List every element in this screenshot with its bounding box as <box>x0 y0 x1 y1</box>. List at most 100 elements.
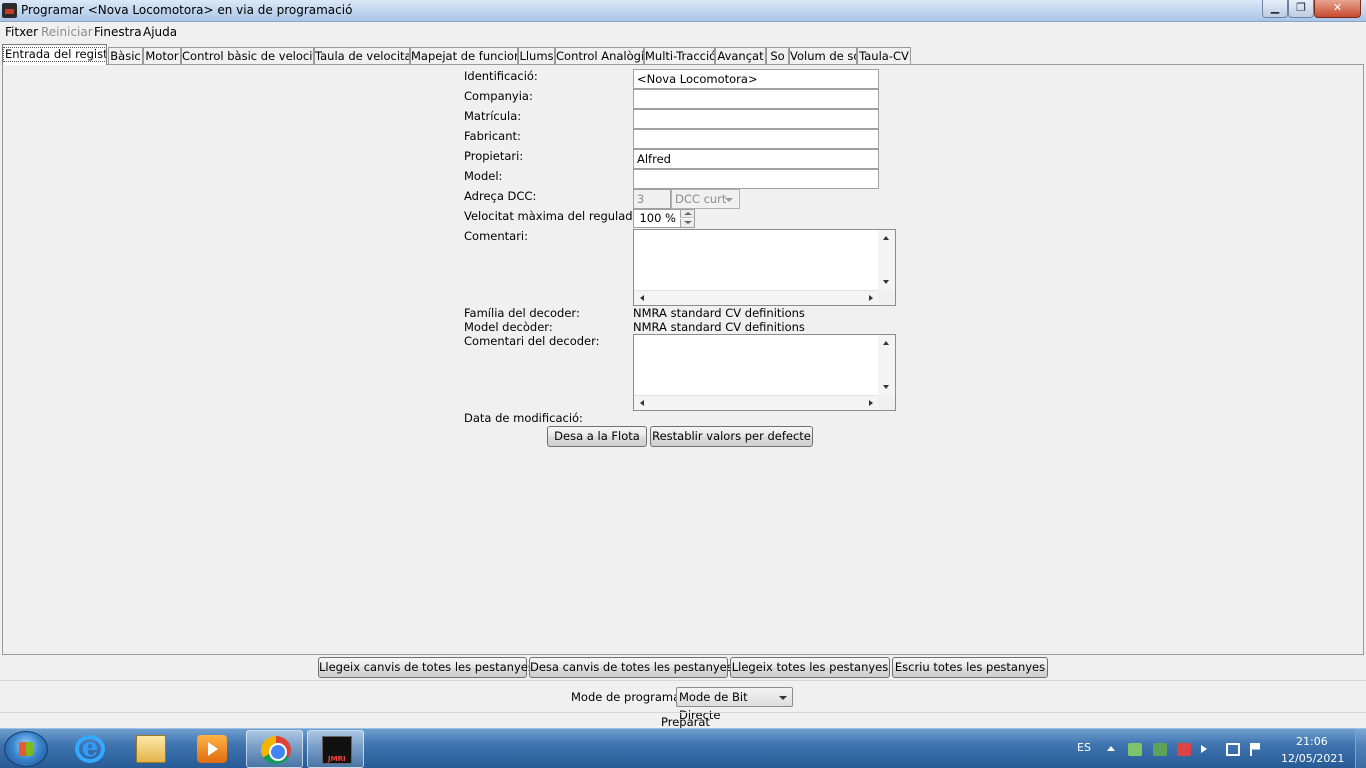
tab-taula-cv[interactable]: Taula-CV <box>857 47 911 65</box>
comentari-label: Comentari: <box>464 229 528 243</box>
tab-bar: Entrada del registre Bàsic Motor Control… <box>0 44 1366 65</box>
security-icon[interactable] <box>1153 743 1167 756</box>
comentari-decoder-textarea[interactable] <box>633 334 896 411</box>
taskbar-media-player[interactable] <box>183 730 240 768</box>
reset-defaults-button[interactable]: Restablir valors per defecte <box>650 426 813 447</box>
status-text: Preparat <box>661 715 710 729</box>
maximize-button[interactable]: ❐ <box>1288 0 1314 18</box>
tab-taula-velocitat[interactable]: Taula de velocitat <box>314 47 410 65</box>
taskbar-internet-explorer[interactable]: e <box>61 730 118 768</box>
horizontal-scrollbar[interactable] <box>634 395 879 410</box>
comentari-decoder-label: Comentari del decoder: <box>464 334 600 348</box>
companyia-field[interactable] <box>633 89 879 109</box>
tab-llums[interactable]: Llums <box>518 47 555 65</box>
identificacio-label: Identificació: <box>464 69 538 83</box>
menu-reiniciar[interactable]: Reiniciar <box>41 25 93 39</box>
scroll-corner <box>878 290 895 305</box>
tab-control-basic-velocitat[interactable]: Control bàsic de velocitat <box>181 47 314 65</box>
programming-mode-select[interactable]: Mode de Bit Directe <box>676 687 793 722</box>
spinner-down-icon[interactable] <box>680 219 694 227</box>
taskbar-file-explorer[interactable] <box>122 730 179 768</box>
menu-finestra[interactable]: Finestra <box>94 25 142 39</box>
action-center-flag-icon[interactable] <box>1250 743 1260 756</box>
identificacio-field[interactable] <box>633 69 879 89</box>
media-player-icon <box>197 735 227 763</box>
scroll-up-icon[interactable] <box>883 341 889 345</box>
tab-motor[interactable]: Motor <box>143 47 181 65</box>
close-button[interactable]: ✕ <box>1314 0 1361 18</box>
fabricant-field[interactable] <box>633 129 879 149</box>
language-indicator[interactable]: ES <box>1077 741 1091 754</box>
fabricant-label: Fabricant: <box>464 129 521 143</box>
model-decoder-value: NMRA standard CV definitions <box>633 320 805 334</box>
vertical-scrollbar[interactable] <box>878 230 895 290</box>
menu-ajuda[interactable]: Ajuda <box>143 25 177 39</box>
separator <box>0 680 1366 681</box>
locomotive-app-icon <box>2 3 17 18</box>
clock-time[interactable]: 21:06 <box>1296 735 1328 748</box>
adreca-dcc-label: Adreça DCC: <box>464 189 537 203</box>
network-check-icon[interactable] <box>1128 743 1142 756</box>
tab-so[interactable]: So <box>766 47 789 65</box>
scroll-up-icon[interactable] <box>883 236 889 240</box>
network-icon[interactable] <box>1226 743 1240 756</box>
show-hidden-icons-icon[interactable] <box>1107 746 1115 751</box>
adreca-dcc-field[interactable]: 3 <box>633 189 671 209</box>
tab-basic[interactable]: Bàsic <box>108 47 143 65</box>
velocitat-maxima-value: 100 % <box>639 211 676 225</box>
menu-fitxer[interactable]: Fitxer <box>5 25 38 39</box>
scroll-down-icon[interactable] <box>883 385 889 389</box>
save-to-roster-button[interactable]: Desa a la Flota <box>547 426 647 447</box>
taskbar-chrome[interactable] <box>246 730 303 768</box>
scroll-right-icon[interactable] <box>869 400 873 406</box>
propietari-label: Propietari: <box>464 149 524 163</box>
chevron-down-icon <box>779 696 787 700</box>
chrome-icon <box>261 736 291 764</box>
tab-avancat[interactable]: Avançat <box>715 47 766 65</box>
menu-bar: Fitxer Reiniciar Finestra Ajuda <box>0 22 1366 42</box>
scroll-corner <box>878 395 895 410</box>
scroll-right-icon[interactable] <box>869 295 873 301</box>
horizontal-scrollbar[interactable] <box>634 290 879 305</box>
jmri-icon-label: JMRI <box>328 755 346 763</box>
internet-explorer-icon: e <box>75 735 105 763</box>
vertical-scrollbar[interactable] <box>878 335 895 395</box>
scroll-down-icon[interactable] <box>883 280 889 284</box>
tab-volum-de-so[interactable]: Volum de so <box>789 47 857 65</box>
clock-date[interactable]: 12/05/2021 <box>1281 752 1344 765</box>
matricula-field[interactable] <box>633 109 879 129</box>
chevron-down-icon <box>725 198 733 202</box>
volume-icon[interactable] <box>1201 745 1207 753</box>
tab-entrada-del-registre[interactable]: Entrada del registre <box>2 44 107 65</box>
propietari-field[interactable] <box>633 149 879 169</box>
tab-control-analogic[interactable]: Control Analògic <box>555 47 644 65</box>
scroll-left-icon[interactable] <box>640 400 644 406</box>
read-all-tabs-button[interactable]: Llegeix totes les pestanyes <box>730 657 890 678</box>
start-button[interactable] <box>4 731 48 767</box>
data-modificacio-label: Data de modificació: <box>464 411 583 425</box>
write-all-tabs-button[interactable]: Escriu totes les pestanyes <box>892 657 1048 678</box>
comentari-textarea[interactable] <box>633 229 896 306</box>
minimize-button[interactable]: ▁ <box>1262 0 1288 18</box>
show-desktop-button[interactable] <box>1355 729 1366 768</box>
model-decoder-label: Model decòder: <box>464 320 553 334</box>
usb-device-icon[interactable] <box>1177 743 1191 756</box>
velocitat-maxima-label: Velocitat màxima del regulador: <box>464 209 649 223</box>
read-changes-all-tabs-button[interactable]: Llegeix canvis de totes les pestanyes <box>318 657 534 678</box>
spinner-up-icon[interactable] <box>680 210 694 218</box>
tab-multi-traccio[interactable]: Multi-Tracció <box>644 47 715 65</box>
familia-decoder-label: Família del decoder: <box>464 306 580 320</box>
velocitat-maxima-spinner[interactable]: 100 % <box>633 209 695 228</box>
matricula-label: Matrícula: <box>464 109 522 123</box>
familia-decoder-value: NMRA standard CV definitions <box>633 306 805 320</box>
scroll-left-icon[interactable] <box>640 295 644 301</box>
tab-mapejat-funcions[interactable]: Mapejat de funcions <box>410 47 518 65</box>
companyia-label: Companyia: <box>464 89 533 103</box>
model-field[interactable] <box>633 169 879 189</box>
taskbar-jmri[interactable]: JMRI <box>307 730 364 768</box>
adreca-type-combo[interactable]: DCC curt <box>671 189 740 209</box>
separator <box>0 712 1366 713</box>
model-label: Model: <box>464 169 503 183</box>
write-changes-all-tabs-button[interactable]: Desa canvis de totes les pestanyes <box>529 657 733 678</box>
title-bar: Programar <Nova Locomotora> en via de pr… <box>0 0 1366 22</box>
